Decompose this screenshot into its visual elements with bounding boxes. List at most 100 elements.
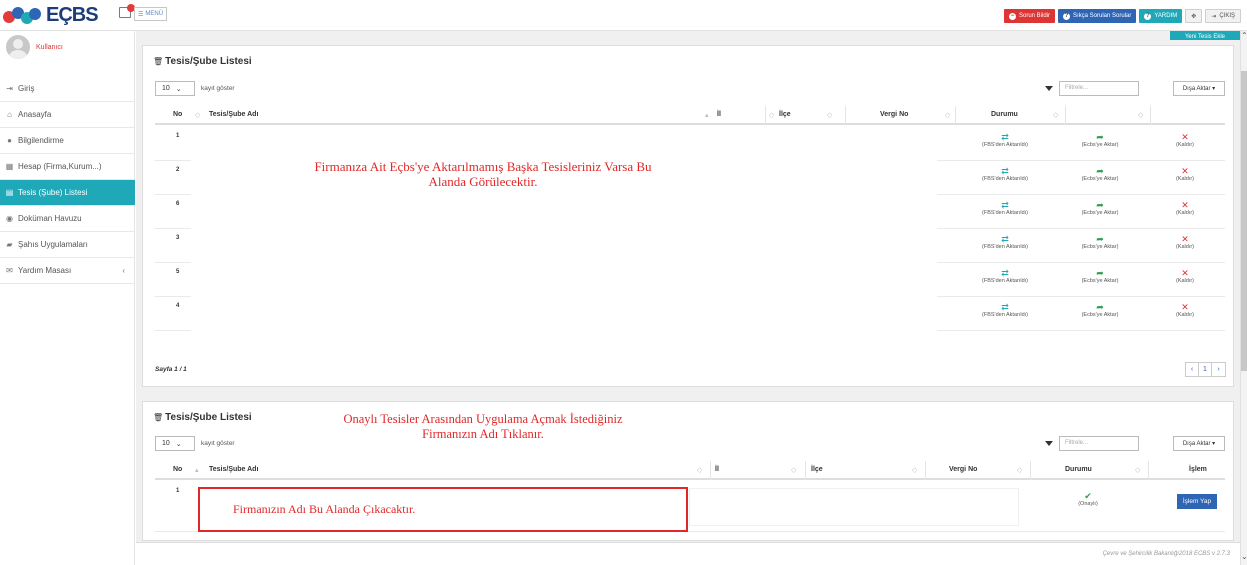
help-button[interactable]: ? YARDIM xyxy=(1139,9,1183,23)
sidebar-item-sahis-uygulamalari[interactable]: ▰ Şahıs Uygulamaları xyxy=(0,232,135,258)
remove-label: (Kaldır) xyxy=(1175,312,1195,318)
sidebar-item-anasayfa[interactable]: ⌂ Anasayfa xyxy=(0,102,135,128)
ecbs-transfer-action[interactable]: ➦ (Ecbs'ye Aktar) xyxy=(1060,235,1140,251)
col-no[interactable]: No xyxy=(173,466,182,473)
chevron-down-icon[interactable]: ⌄ xyxy=(1241,552,1247,561)
col-il[interactable]: İl xyxy=(717,111,721,118)
expand-button[interactable]: ✥ xyxy=(1185,9,1203,23)
info-icon: ● xyxy=(7,135,12,145)
close-icon: ✕ xyxy=(1181,268,1189,278)
faq-button[interactable]: ? Sıkça Sorulan Sorular xyxy=(1058,9,1137,23)
ecbs-transfer-action[interactable]: ➦ (Ecbs'ye Aktar) xyxy=(1060,201,1140,217)
remove-action[interactable]: ✕ (Kaldır) xyxy=(1145,201,1225,217)
sidebar-item-tesis-listesi[interactable]: ▤ Tesis (Şube) Listesi xyxy=(0,180,135,206)
remove-action[interactable]: ✕ (Kaldır) xyxy=(1145,133,1225,149)
fbs-transferred-action[interactable]: ⇄ (FBS'den Aktarıldı) xyxy=(965,235,1045,251)
share-icon: ➦ xyxy=(1096,234,1104,244)
add-facility-button[interactable]: Yeni Tesis Ekle xyxy=(1170,31,1240,40)
prev-page-button[interactable]: ‹ xyxy=(1186,363,1199,376)
remove-label: (Kaldır) xyxy=(1175,176,1195,182)
page-info: Sayfa 1 / 1 xyxy=(155,366,187,373)
transfer-icon: ⇄ xyxy=(1001,234,1009,244)
login-icon: ⇥ xyxy=(6,83,13,93)
sidebar-item-hesap[interactable]: ▦ Hesap (Firma,Kurum...) xyxy=(0,154,135,180)
redacted-area xyxy=(689,488,1019,526)
next-page-button[interactable]: › xyxy=(1212,363,1225,376)
fbs-transferred-action[interactable]: ⇄ (FBS'den Aktarıldı) xyxy=(965,201,1045,217)
scrollbar[interactable]: ⌃ ⌄ xyxy=(1240,31,1247,565)
ecbs-label: (Ecbs'ye Aktar) xyxy=(1081,244,1119,250)
col-durumu[interactable]: Durumu xyxy=(1065,466,1092,473)
logo[interactable]: EÇBS xyxy=(3,3,99,28)
col-islem[interactable]: İşlem xyxy=(1189,466,1207,473)
report-problem-button[interactable]: − Sorun Bildir xyxy=(1003,9,1055,23)
panel-title-text: Tesis/Şube Listesi xyxy=(165,412,252,423)
remove-action[interactable]: ✕ (Kaldır) xyxy=(1145,303,1225,319)
col-vergi-no[interactable]: Vergi No xyxy=(880,111,908,118)
col-durumu[interactable]: Durumu xyxy=(991,111,1018,118)
menu-button[interactable]: ☰ MENÜ xyxy=(134,7,168,21)
sidebar-item-bilgilendirme[interactable]: ● Bilgilendirme xyxy=(0,128,135,154)
sidebar-item-giris[interactable]: ⇥ Giriş xyxy=(0,76,135,102)
remove-action[interactable]: ✕ (Kaldır) xyxy=(1145,269,1225,285)
col-ilce[interactable]: İlçe xyxy=(779,111,791,118)
remove-label: (Kaldır) xyxy=(1175,210,1195,216)
page-length-value: 10 xyxy=(162,440,170,447)
fbs-transferred-action[interactable]: ⇄ (FBS'den Aktarıldı) xyxy=(965,303,1045,319)
table-header: No ▴ Tesis/Şube Adı ◇ İl ◇ İlçe ◇ Vergi … xyxy=(155,461,1225,480)
panel-title-text: Tesis/Şube Listesi xyxy=(165,56,252,67)
fbs-transferred-action[interactable]: ⇄ (FBS'den Aktarıldı) xyxy=(965,269,1045,285)
logo-mark-icon xyxy=(3,5,43,27)
menu-label: MENÜ xyxy=(145,11,164,17)
avatar xyxy=(6,35,30,59)
transfer-icon: ⇄ xyxy=(1001,302,1009,312)
ecbs-transfer-action[interactable]: ➦ (Ecbs'ye Aktar) xyxy=(1060,269,1140,285)
transfer-icon: ⇄ xyxy=(1001,268,1009,278)
filter-input[interactable]: Filtrele... xyxy=(1059,81,1139,96)
process-button[interactable]: İşlem Yap xyxy=(1177,494,1217,509)
ecbs-transfer-action[interactable]: ➦ (Ecbs'ye Aktar) xyxy=(1060,133,1140,149)
sidebar-item-label: Doküman Havuzu xyxy=(18,214,82,223)
sidebar-item-label: Hesap (Firma,Kurum...) xyxy=(18,162,102,171)
chevron-down-icon: ⌄ xyxy=(175,440,182,448)
exit-button[interactable]: ⇥ ÇIKIŞ xyxy=(1205,9,1241,23)
fbs-label: (FBS'den Aktarıldı) xyxy=(982,176,1028,182)
sidebar-item-label: Giriş xyxy=(18,84,35,93)
sidebar-item-dokuman-havuzu[interactable]: ◉ Doküman Havuzu xyxy=(0,206,135,232)
add-facility-label: Yeni Tesis Ekle xyxy=(1184,34,1226,40)
remove-action[interactable]: ✕ (Kaldır) xyxy=(1145,235,1225,251)
trash-icon: 🗑 xyxy=(153,57,164,66)
col-vergi-no[interactable]: Vergi No xyxy=(949,466,977,473)
page-length-select[interactable]: 10 ⌄ xyxy=(155,436,195,451)
row-no: 3 xyxy=(176,235,180,241)
remove-action[interactable]: ✕ (Kaldır) xyxy=(1145,167,1225,183)
ecbs-transfer-action[interactable]: ➦ (Ecbs'ye Aktar) xyxy=(1060,167,1140,183)
col-name[interactable]: Tesis/Şube Adı xyxy=(209,466,258,473)
col-name[interactable]: Tesis/Şube Adı xyxy=(209,111,258,118)
page-length-select[interactable]: 10 ⌄ xyxy=(155,81,195,96)
page-1-button[interactable]: 1 xyxy=(1199,363,1212,376)
sidebar-item-yardim-masasi[interactable]: ✉ Yardım Masası ‹ xyxy=(0,258,135,284)
scrollbar-thumb[interactable] xyxy=(1241,71,1247,371)
minus-circle-icon: − xyxy=(1008,12,1016,20)
fbs-transferred-action[interactable]: ⇄ (FBS'den Aktarıldı) xyxy=(965,167,1045,183)
pagination: ‹ 1 › xyxy=(1185,362,1226,377)
transfer-icon: ⇄ xyxy=(1001,166,1009,176)
filter-input[interactable]: Filtrele... xyxy=(1059,436,1139,451)
chevron-up-icon[interactable]: ⌃ xyxy=(1241,31,1247,40)
col-ilce[interactable]: İlçe xyxy=(811,466,823,473)
sort-icon: ◇ xyxy=(945,112,951,119)
sidebar-item-label: Anasayfa xyxy=(18,110,52,119)
fbs-transferred-action[interactable]: ⇄ (FBS'den Aktarıldı) xyxy=(965,133,1045,149)
ecbs-transfer-action[interactable]: ➦ (Ecbs'ye Aktar) xyxy=(1060,303,1140,319)
export-button[interactable]: Dışa Aktar ▾ xyxy=(1173,81,1225,96)
col-il[interactable]: İl xyxy=(715,466,719,473)
pending-facility-panel: 🗑 Tesis/Şube Listesi 10 ⌄ kayıt göster Fil… xyxy=(142,45,1234,387)
ecbs-label: (Ecbs'ye Aktar) xyxy=(1081,278,1119,284)
col-no[interactable]: No xyxy=(173,111,182,118)
transfer-icon: ⇄ xyxy=(1001,200,1009,210)
share-icon: ➦ xyxy=(1096,200,1104,210)
remove-label: (Kaldır) xyxy=(1175,244,1195,250)
export-button[interactable]: Dışa Aktar ▾ xyxy=(1173,436,1225,451)
report-problem-label: Sorun Bildir xyxy=(1018,13,1050,19)
